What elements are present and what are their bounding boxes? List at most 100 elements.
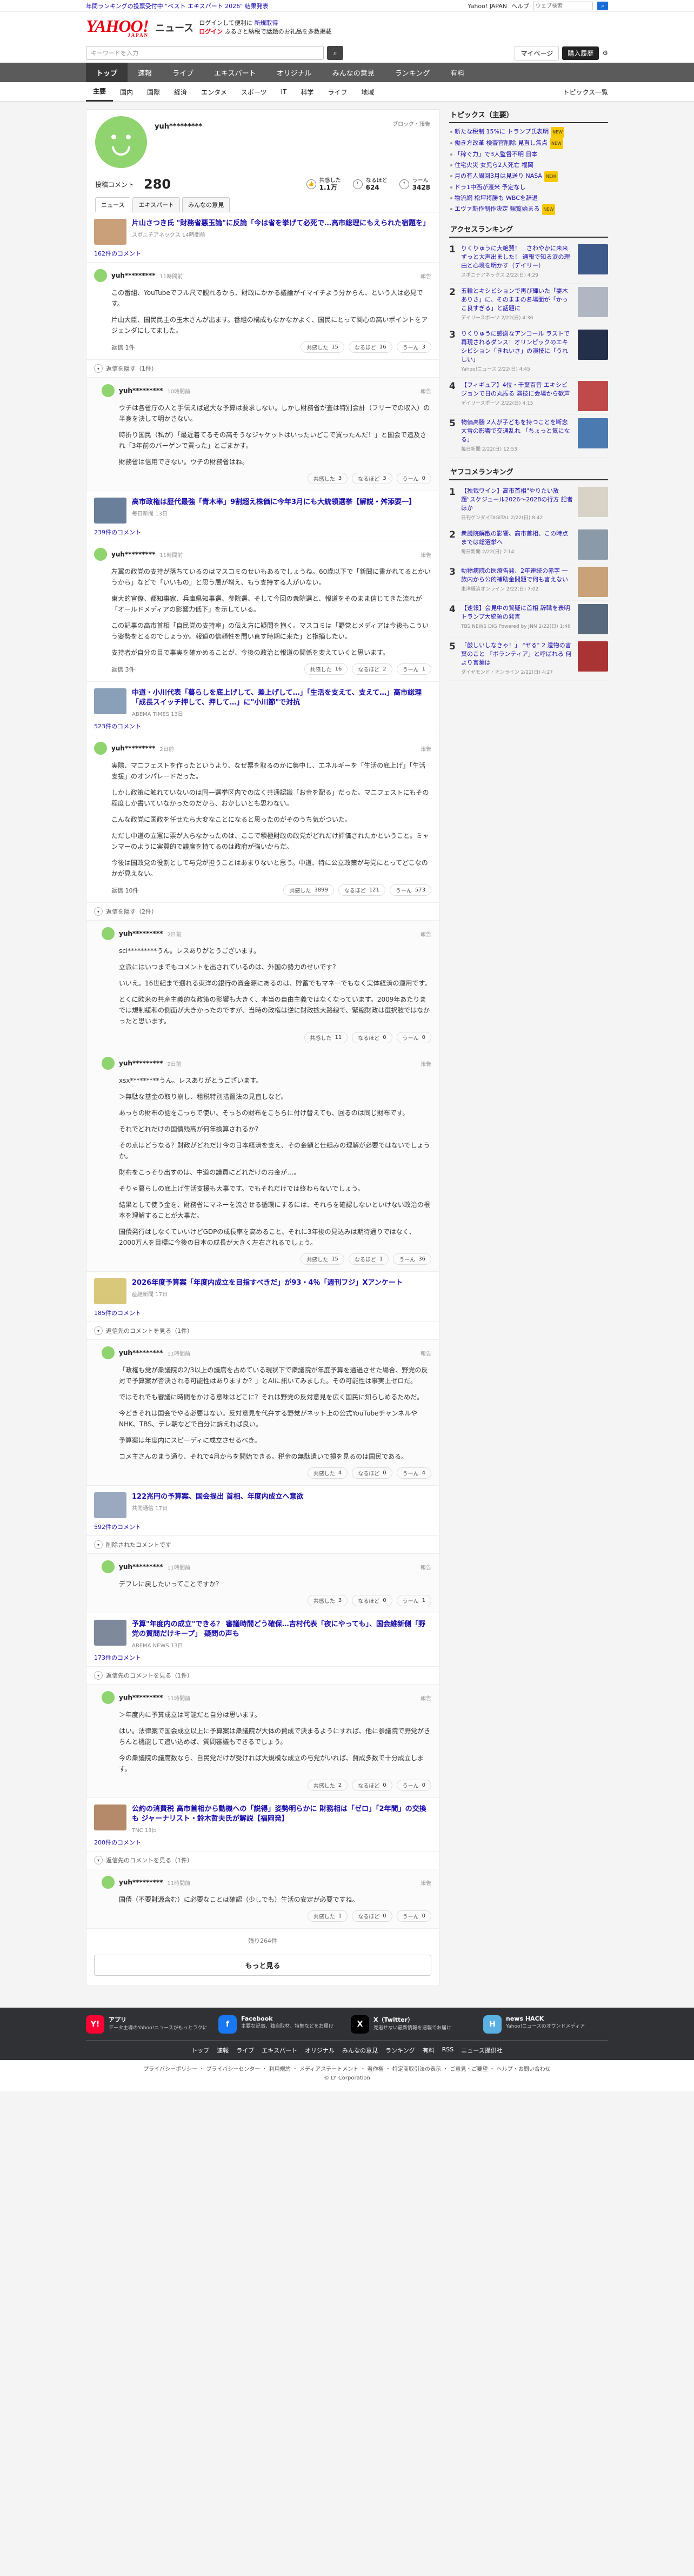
nav-top[interactable]: トップ: [86, 63, 128, 82]
reaction-hmm[interactable]: うーん 1: [396, 663, 431, 675]
footer-app[interactable]: Y! アプリ データ主導のYahoo!ニュースがもっとラクに: [86, 2015, 211, 2034]
nav-opinions[interactable]: みんなの意見: [322, 63, 385, 82]
reply-toggle[interactable]: ▾ 返信を隠す（2件）: [86, 903, 439, 921]
cat-intl[interactable]: 国際: [140, 82, 167, 102]
article-thumbnail[interactable]: [94, 1620, 126, 1646]
cat-main[interactable]: 主要: [86, 82, 114, 102]
topic-item[interactable]: ドラ1中西が渡米 予定なし: [449, 182, 608, 193]
search-button-icon[interactable]: ⌕: [327, 46, 343, 60]
comments-link[interactable]: 239件のコメント: [86, 528, 439, 541]
topic-item[interactable]: 働き方改革 検査官削除 見直し焦点 NEW: [449, 138, 608, 149]
article-thumbnail[interactable]: [94, 498, 126, 524]
article-title[interactable]: 2026年度予算案「年度内成立を目指すべきだ」が93・4％「週刊フジ」Xアンケー…: [132, 1278, 403, 1288]
footer-link[interactable]: ニュース提供社: [461, 2046, 502, 2055]
comment-author[interactable]: yuh*********: [111, 744, 155, 752]
reaction-empathy[interactable]: 共感した 3: [307, 1595, 348, 1606]
report-link[interactable]: 報告: [421, 930, 431, 938]
reply-toggle[interactable]: ▾ 返信を隠す（1件）: [86, 360, 439, 378]
article-title[interactable]: 公約の消費税 高市首相から動機への「説得」姿勢明らかに 財務相は「ゼロ」「2年間…: [132, 1804, 431, 1824]
cat-local[interactable]: 地域: [354, 82, 381, 102]
footer-link[interactable]: トップ: [191, 2046, 209, 2055]
comment-author[interactable]: yuh*********: [111, 551, 155, 558]
reaction-hmm[interactable]: うーん 573: [389, 884, 431, 896]
comment-author[interactable]: yuh*********: [119, 1563, 163, 1571]
reaction-hmm[interactable]: うーん 0: [396, 1780, 431, 1791]
purchase-history-button[interactable]: 購入履歴: [562, 46, 599, 60]
article-thumbnail[interactable]: [94, 1492, 126, 1518]
yafoo-item[interactable]: 1 【独裁ワイン】高市首相"やりたい放題"スケジュール2026〜2028の行方 記…: [449, 484, 608, 526]
comments-link[interactable]: 592件のコメント: [86, 1522, 439, 1536]
access-item[interactable]: 1 りくりゅうに大絶賛！ さわやかに未来ずっと大声出ました！ 通報で知る涙の理由と…: [449, 241, 608, 284]
article-title[interactable]: 高市政権は歴代最強「青木率」9割超え株価に今年3月にも大統領選挙【解説・舛添要一…: [132, 498, 416, 507]
reaction-insight[interactable]: なるほど 0: [352, 1595, 392, 1606]
promo-link[interactable]: 年間ランキングの投票受付中 "ベスト エキスパート 2026" 結果発表: [86, 2, 269, 10]
article-title[interactable]: 中道・小川代表「暮らしを底上げして、差上げして…」「生活を支えて、支えて…」高市…: [132, 688, 431, 708]
comment-author[interactable]: yuh*********: [119, 1059, 163, 1067]
comment-author[interactable]: yuh*********: [119, 1694, 163, 1701]
footer-link[interactable]: オリジナル: [305, 2046, 335, 2055]
topic-item[interactable]: 新たな税制 15%に トランプ氏表明 NEW: [449, 126, 608, 138]
reaction-empathy[interactable]: 共感した 15: [301, 1253, 344, 1265]
footer-link[interactable]: 速報: [217, 2046, 229, 2055]
gear-icon[interactable]: ⚙: [602, 49, 608, 57]
comments-link[interactable]: 185件のコメント: [86, 1309, 439, 1322]
reaction-hmm[interactable]: うーん 0: [396, 473, 431, 484]
access-item[interactable]: 4 【フィギュア】4位・千葉百音 エキシビジョンで日の丸振る 演技に会場から歓声デ…: [449, 378, 608, 415]
comment-author[interactable]: yuh*********: [119, 930, 163, 937]
footer-link[interactable]: みんなの意見: [342, 2046, 378, 2055]
reaction-hmm[interactable]: うーん 1: [396, 1595, 431, 1606]
footer-link[interactable]: ランキング: [385, 2046, 415, 2055]
report-link[interactable]: 報告: [421, 1349, 431, 1357]
tab-expert[interactable]: エキスパート: [132, 197, 181, 212]
reaction-empathy[interactable]: 共感した 15: [301, 341, 344, 353]
reaction-insight[interactable]: なるほど 1: [348, 1253, 389, 1265]
report-link[interactable]: 報告: [421, 1879, 431, 1887]
reaction-insight[interactable]: なるほど 2: [352, 663, 392, 675]
topic-item[interactable]: 物流網 松坪将勝も WBCを辞退: [449, 193, 608, 204]
reaction-hmm[interactable]: うーん 4: [396, 1467, 431, 1479]
comments-link[interactable]: 162件のコメント: [86, 249, 439, 263]
footer-link[interactable]: ライブ: [236, 2046, 254, 2055]
reaction-insight[interactable]: なるほど 16: [348, 341, 392, 353]
article-title[interactable]: 122兆円の予算案、国会提出 首相、年度内成立へ意欲: [132, 1492, 304, 1502]
cat-science[interactable]: 科学: [293, 82, 321, 102]
article-thumbnail[interactable]: [94, 1804, 126, 1830]
article-title[interactable]: 片山さつき氏 "財務省悪玉論"に反論「今は省を挙げて必死で…高市総理にもえられた…: [132, 219, 430, 229]
comments-link[interactable]: 173件のコメント: [86, 1653, 439, 1667]
cat-it[interactable]: IT: [273, 82, 293, 102]
yahoo-japan-link[interactable]: Yahoo! JAPAN: [468, 3, 507, 10]
reaction-insight[interactable]: なるほど 0: [352, 1780, 392, 1791]
tab-news[interactable]: ニュース: [95, 197, 131, 212]
reaction-insight[interactable]: なるほど 0: [352, 1032, 392, 1043]
reaction-empathy[interactable]: 共感した 2: [307, 1780, 348, 1791]
footer-link[interactable]: 有料: [423, 2046, 435, 2055]
report-link[interactable]: 報告: [421, 744, 431, 753]
footer-legal-links[interactable]: プライバシーポリシー ・ プライバシーセンター ・ 利用規約 ・ メディアステー…: [0, 2065, 694, 2074]
reaction-empathy[interactable]: 共感した 1: [307, 1910, 348, 1922]
topic-item[interactable]: 住宅火災 女児ら2人死亡 福岡: [449, 160, 608, 171]
nav-original[interactable]: オリジナル: [266, 63, 322, 82]
reaction-empathy[interactable]: 共感した 3899: [283, 884, 334, 896]
topic-item[interactable]: 月の有人周回3月は見送り NASA NEW: [449, 171, 608, 182]
footer-link[interactable]: RSS: [442, 2046, 454, 2055]
yahoo-logo[interactable]: YAHOO! JAPAN: [86, 17, 149, 38]
nav-expert[interactable]: エキスパート: [204, 63, 266, 82]
report-link[interactable]: 報告: [421, 387, 431, 395]
access-item[interactable]: 3 りくりゅうに感謝なアンコール ラストで再現されるダンス！オリンピックのエキシビ…: [449, 326, 608, 378]
article-thumbnail[interactable]: [94, 1278, 126, 1304]
reply-button[interactable]: 返信 10件: [111, 886, 139, 895]
reaction-insight[interactable]: なるほど 0: [352, 1910, 392, 1922]
cat-domestic[interactable]: 国内: [113, 82, 140, 102]
mypage-button[interactable]: マイページ: [515, 45, 559, 61]
reply-toggle[interactable]: ▾ 削除されたコメントです: [86, 1536, 439, 1554]
reaction-empathy[interactable]: 共感した 16: [304, 663, 348, 675]
reaction-empathy[interactable]: 共感した 11: [304, 1032, 348, 1043]
cat-economy[interactable]: 経済: [167, 82, 194, 102]
footer-link[interactable]: エキスパート: [262, 2046, 297, 2055]
article-thumbnail[interactable]: [94, 219, 126, 245]
article-title[interactable]: 予算"年度内の成立"できる？ 審議時間どう確保…吉村代表「夜にやっても」、国会維…: [132, 1620, 431, 1639]
topic-item[interactable]: 「稼ぐ力」で3人監督不明 日本: [449, 149, 608, 160]
comment-author[interactable]: yuh*********: [119, 387, 163, 394]
reaction-insight[interactable]: なるほど 121: [338, 884, 385, 896]
report-link[interactable]: 報告: [421, 1059, 431, 1068]
